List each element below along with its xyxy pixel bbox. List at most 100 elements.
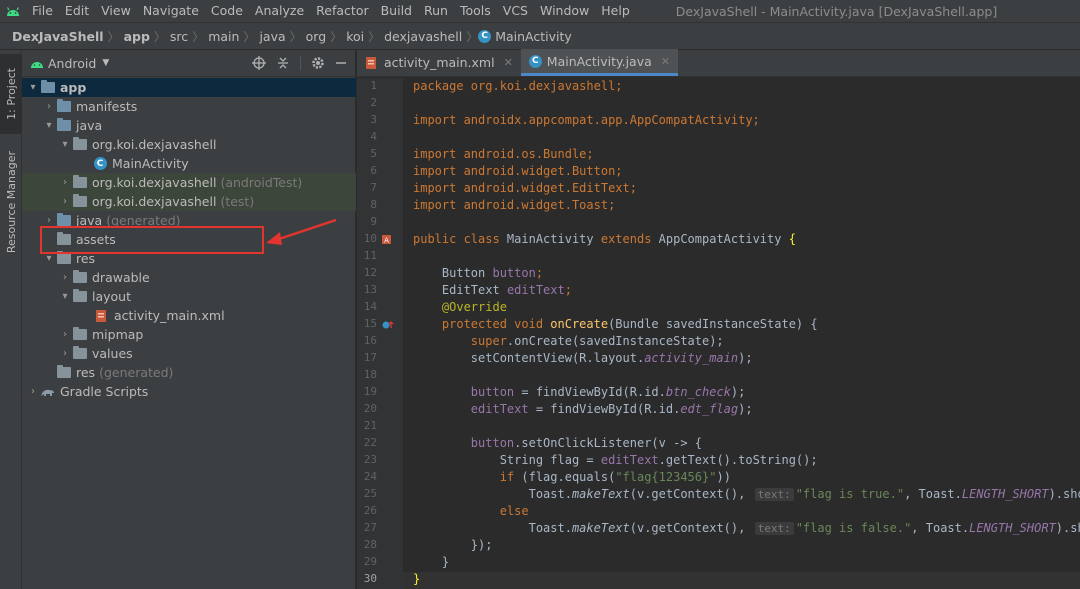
menu-build[interactable]: Build	[375, 0, 418, 22]
collapse-all-icon[interactable]	[276, 56, 290, 70]
menu-run[interactable]: Run	[418, 0, 454, 22]
menu-tools[interactable]: Tools	[454, 0, 497, 22]
code-token: LENGTH_SHORT	[961, 487, 1049, 501]
android-studio-logo-icon	[0, 0, 26, 22]
chevron-down-icon[interactable]: ▾	[42, 120, 56, 131]
tree-item-activity-main-xml[interactable]: activity_main.xml	[22, 306, 356, 325]
project-panel: Android ▼ ▾ app › manifests ▾ java ▾ org…	[22, 50, 356, 589]
tree-item-layout[interactable]: ▾ layout	[22, 287, 356, 306]
menu-window[interactable]: Window	[534, 0, 595, 22]
tree-item-label: app	[60, 80, 87, 95]
menu-analyze[interactable]: Analyze	[249, 0, 310, 22]
breadcrumb-module[interactable]: app	[120, 29, 154, 44]
code-token: activity_main	[644, 351, 739, 365]
breadcrumb-main[interactable]: main	[204, 29, 243, 44]
chevron-down-icon[interactable]: ▾	[26, 82, 40, 93]
tree-item-package-androidtest[interactable]: › org.koi.dexjavashell (androidTest)	[22, 173, 356, 192]
tool-tab-project[interactable]: 1: Project	[0, 54, 22, 134]
breadcrumb-java[interactable]: java	[255, 29, 289, 44]
menu-code[interactable]: Code	[205, 0, 249, 22]
menu-file[interactable]: File	[26, 0, 59, 22]
code-token: import android.widget.Toast;	[413, 198, 616, 212]
breadcrumb-package[interactable]: dexjavashell	[380, 29, 466, 44]
tree-item-package[interactable]: ▾ org.koi.dexjavashell	[22, 135, 356, 154]
code-line-15: protected void onCreate(Bundle savedInst…	[413, 317, 818, 331]
menu-navigate[interactable]: Navigate	[137, 0, 205, 22]
line-number: 25	[363, 487, 377, 500]
close-icon[interactable]: ✕	[661, 55, 670, 68]
code-line-1: package org.koi.dexjavashell;	[413, 79, 623, 93]
tree-item-drawable[interactable]: › drawable	[22, 268, 356, 287]
code-view[interactable]: package org.koi.dexjavashell; import and…	[403, 78, 1080, 589]
code-token: LENGTH_SHORT	[969, 521, 1056, 535]
generated-folder-icon	[56, 365, 72, 380]
chevron-right-icon[interactable]: ›	[58, 348, 72, 359]
breadcrumb-src[interactable]: src	[166, 29, 192, 44]
tree-item-app[interactable]: ▾ app	[22, 78, 356, 97]
dropdown-arrow-icon[interactable]: ▼	[102, 58, 109, 68]
breadcrumb-koi[interactable]: koi	[342, 29, 368, 44]
chevron-right-icon: 〉	[243, 29, 256, 44]
chevron-right-icon[interactable]: ›	[58, 177, 72, 188]
override-method-icon[interactable]	[381, 319, 395, 331]
code-token: button	[470, 385, 515, 399]
tool-tab-resource-manager[interactable]: Resource Manager	[0, 142, 22, 262]
menu-edit[interactable]: Edit	[59, 0, 95, 22]
chevron-right-icon[interactable]: ›	[26, 386, 40, 397]
chevron-down-icon[interactable]: ▾	[42, 253, 56, 264]
menu-view[interactable]: View	[95, 0, 137, 22]
breadcrumb-project[interactable]: DexJavaShell	[8, 29, 108, 44]
tree-item-mainactivity[interactable]: C MainActivity	[22, 154, 356, 173]
chevron-right-icon[interactable]: ›	[42, 101, 56, 112]
tree-item-gradle-scripts[interactable]: › Gradle Scripts	[22, 382, 356, 401]
code-line-27: Toast.makeText(v.getContext(), text: "fla…	[413, 521, 1080, 535]
line-number: 15	[363, 317, 377, 330]
chevron-right-icon: 〉	[289, 29, 302, 44]
tree-item-res-generated[interactable]: res (generated)	[22, 363, 356, 382]
code-token: );	[738, 402, 753, 416]
package-icon	[72, 175, 88, 190]
tree-item-label: layout	[92, 289, 132, 304]
project-view-selector[interactable]: Android	[48, 56, 96, 71]
tab-mainactivity-java[interactable]: C MainActivity.java ✕	[520, 49, 678, 76]
code-token: Toast.	[528, 487, 572, 501]
code-line-7: import android.widget.EditText;	[413, 181, 637, 195]
chevron-right-icon[interactable]: ›	[58, 272, 72, 283]
tree-item-manifests[interactable]: › manifests	[22, 97, 356, 116]
breadcrumb-class[interactable]: MainActivity	[491, 29, 576, 44]
tree-item-java[interactable]: ▾ java	[22, 116, 356, 135]
breadcrumb: DexJavaShell 〉 app 〉 src 〉 main 〉 java 〉 org 〉…	[0, 22, 1080, 50]
menu-vcs[interactable]: VCS	[497, 0, 534, 22]
tree-item-suffix: (test)	[220, 194, 255, 209]
hide-panel-icon[interactable]	[335, 57, 347, 69]
locate-icon[interactable]	[252, 56, 266, 70]
code-token: "flag is true."	[795, 487, 905, 501]
tree-item-package-test[interactable]: › org.koi.dexjavashell (test)	[22, 192, 356, 211]
breadcrumb-org[interactable]: org	[302, 29, 331, 44]
chevron-right-icon[interactable]: ›	[58, 329, 72, 340]
close-icon[interactable]: ✕	[504, 56, 513, 69]
gear-icon[interactable]	[311, 56, 325, 70]
tree-item-values[interactable]: › values	[22, 344, 356, 363]
line-number: 13	[363, 283, 377, 296]
folder-icon	[72, 270, 88, 285]
menu-help[interactable]: Help	[595, 0, 636, 22]
tree-item-label: java	[76, 118, 103, 133]
line-number-gutter: A 1 2 3 4 5 6 7 8 9 10 11 12 13 14 15 16 17 18 19 20 21 22 23 2…	[357, 78, 403, 589]
tree-item-mipmap[interactable]: › mipmap	[22, 325, 356, 344]
editor-area: activity_main.xml ✕ C MainActivity.java …	[357, 49, 1080, 589]
line-number: 23	[363, 453, 377, 466]
annotation-highlight-box	[40, 226, 264, 254]
chevron-down-icon[interactable]: ▾	[58, 291, 72, 302]
chevron-right-icon[interactable]: ›	[58, 196, 72, 207]
code-token: protected void	[441, 317, 551, 331]
folder-icon	[72, 289, 88, 304]
code-line-22: button.setOnClickListener(v -> {	[413, 436, 702, 450]
line-number: 26	[363, 504, 377, 517]
code-token: .getText().toString();	[658, 453, 818, 467]
tab-activity-main-xml[interactable]: activity_main.xml ✕	[357, 49, 521, 76]
chevron-right-icon[interactable]: ›	[42, 215, 56, 226]
menu-refactor[interactable]: Refactor	[310, 0, 374, 22]
chevron-down-icon[interactable]: ▾	[58, 139, 72, 150]
run-class-icon[interactable]: A	[381, 234, 395, 246]
